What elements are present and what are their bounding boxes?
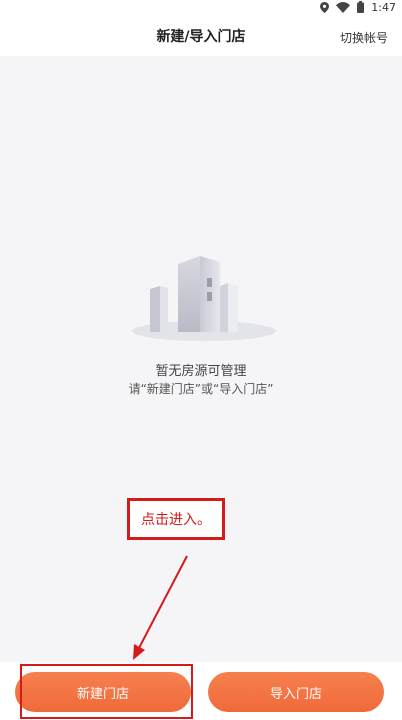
- wifi-icon: [336, 1, 351, 13]
- empty-state-title: 暂无房源可管理: [155, 364, 247, 379]
- switch-account-button[interactable]: 切换帐号: [340, 29, 388, 46]
- title-bar: 新建/导入门店 切换帐号: [0, 14, 402, 56]
- location-icon: [320, 1, 330, 13]
- main-content: 暂无房源可管理 请“新建门店”或“导入门店” 点击进入。: [0, 56, 402, 662]
- status-time: 1:47: [371, 0, 396, 14]
- import-store-button[interactable]: 导入门店: [208, 672, 384, 712]
- empty-state-hint: 请“新建门店”或“导入门店”: [128, 382, 274, 396]
- bottom-action-bar: 新建门店 导入门店: [0, 662, 402, 720]
- annotation-callout: 点击进入。: [127, 498, 225, 540]
- battery-icon: [357, 1, 365, 13]
- status-bar: 1:47: [0, 0, 402, 14]
- new-store-button[interactable]: 新建门店: [15, 672, 191, 712]
